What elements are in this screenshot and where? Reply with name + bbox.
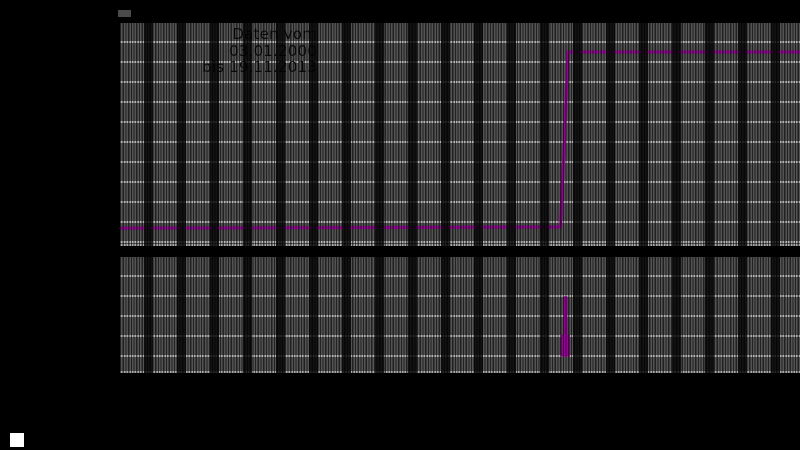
chart-screenshot: Daten vom 03.01.2000 bis 19.11.2013 xyxy=(0,0,800,450)
spike-series xyxy=(560,296,570,357)
spike-thick-bar xyxy=(560,334,570,357)
secondary-chart-panel xyxy=(120,257,800,373)
corner-artifact xyxy=(118,10,131,17)
legend-swatch xyxy=(10,433,24,447)
main-chart-panel: Daten vom 03.01.2000 bis 19.11.2013 xyxy=(120,23,800,246)
step-line-series xyxy=(120,50,800,230)
step-line-path xyxy=(120,50,800,230)
